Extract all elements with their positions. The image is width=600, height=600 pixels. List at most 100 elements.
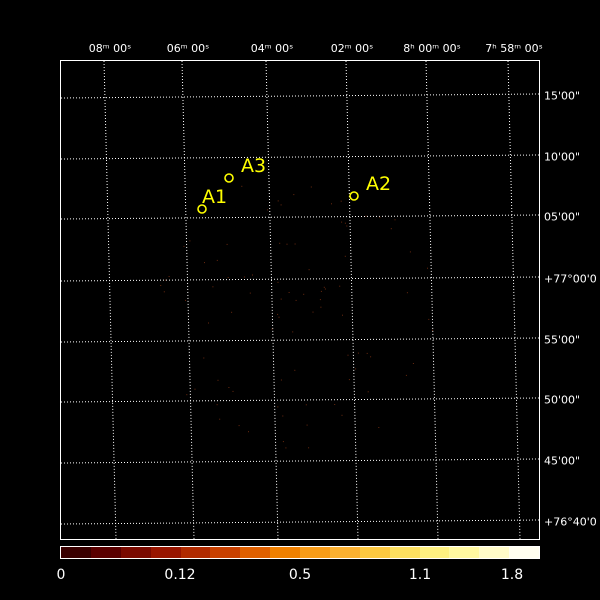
noise-pixel: [412, 363, 414, 364]
noise-pixel: [227, 277, 229, 278]
noise-pixel: [293, 194, 295, 196]
ra-tick-label: 08ᵐ 00ˢ: [88, 42, 132, 55]
noise-pixel: [280, 298, 282, 300]
noise-pixel: [294, 243, 296, 245]
noise-pixel: [366, 352, 368, 354]
noise-pixel: [279, 242, 281, 244]
noise-pixel: [295, 299, 297, 301]
dec-tick-label: 15'00": [544, 89, 581, 103]
noise-pixel: [355, 368, 357, 370]
colorbar-tick-label: 0.5: [288, 567, 312, 583]
noise-pixel: [280, 204, 282, 206]
noise-pixel: [427, 267, 428, 269]
ra-tick-label: 02ᵐ 00ˢ: [330, 42, 374, 55]
noise-pixel: [219, 418, 221, 420]
noise-pixel: [347, 354, 349, 356]
colorbar-tick-label: 0: [56, 567, 66, 583]
source-label: A3: [241, 155, 266, 177]
noise-pixel: [306, 424, 308, 426]
noise-pixel: [252, 274, 253, 276]
colorbar-swatch: [120, 547, 151, 558]
noise-pixel: [226, 243, 228, 245]
colorbar-swatch: [389, 547, 420, 558]
noise-pixel: [194, 388, 196, 390]
noise-pixel: [216, 404, 218, 406]
colorbar-swatch: [61, 547, 91, 558]
colorbar-swatch: [210, 547, 241, 558]
dec-tick-label: 45'00": [544, 454, 581, 468]
noise-pixel: [305, 404, 307, 406]
noise-pixel: [390, 228, 392, 230]
noise-pixel: [277, 313, 279, 315]
noise-pixel: [428, 318, 430, 320]
noise-pixel: [334, 404, 336, 405]
noise-pixel: [165, 279, 166, 281]
colorbar-swatch: [419, 547, 450, 558]
colorbar-swatch: [300, 547, 330, 558]
noise-pixel: [228, 387, 230, 388]
noise-pixel: [216, 259, 218, 261]
noise-pixel: [185, 299, 186, 301]
noise-pixel: [378, 427, 380, 428]
noise-pixel: [288, 292, 290, 293]
noise-pixel: [243, 276, 245, 278]
noise-pixel: [344, 222, 346, 224]
noise-pixel: [340, 200, 342, 202]
colorbar-swatch: [449, 547, 480, 558]
noise-pixel: [320, 306, 322, 308]
dec-tick-label: 55'00": [544, 333, 581, 347]
noise-pixel: [277, 281, 279, 283]
noise-pixel: [344, 255, 346, 257]
noise-pixel: [267, 209, 268, 211]
noise-pixel: [238, 425, 240, 427]
noise-pixel: [249, 292, 251, 294]
noise-pixel: [280, 379, 282, 381]
noise-pixel: [183, 245, 185, 247]
noise-pixel: [394, 219, 396, 221]
noise-pixel: [308, 269, 310, 271]
colorbar-swatch: [329, 547, 360, 558]
noise-pixel: [285, 447, 287, 449]
noise-pixel: [277, 406, 279, 408]
noise-pixel: [341, 414, 343, 416]
noise-pixel: [186, 394, 188, 396]
noise-pixel: [310, 186, 312, 188]
source-label: A2: [366, 173, 391, 195]
noise-pixel: [341, 221, 343, 223]
noise-pixel: [339, 285, 341, 287]
noise-pixel: [203, 357, 205, 359]
noise-pixel: [241, 185, 243, 187]
colorbar-swatch: [479, 547, 510, 558]
noise-pixel: [160, 285, 162, 286]
ra-tick-label: 7ʰ 58ᵐ 00ˢ: [485, 42, 543, 55]
noise-pixel: [248, 431, 249, 433]
noise-pixel: [405, 374, 407, 376]
colorbar-swatch: [509, 547, 539, 558]
noise-pixel: [217, 379, 219, 381]
noise-pixel: [409, 251, 411, 253]
noise-pixel: [365, 215, 367, 217]
noise-pixel: [292, 331, 294, 333]
noise-pixel: [367, 391, 369, 393]
dec-tick-label: +76°40'0: [544, 515, 597, 529]
noise-pixel: [212, 286, 214, 288]
noise-pixel: [189, 240, 191, 242]
noise-pixel: [282, 415, 284, 417]
noise-pixel: [208, 322, 209, 324]
noise-pixel: [312, 311, 314, 313]
noise-pixel: [348, 379, 350, 381]
noise-pixel: [277, 200, 279, 202]
noise-pixel: [303, 293, 305, 295]
colorbar: [60, 546, 540, 559]
noise-pixel: [163, 291, 165, 293]
noise-pixel: [406, 292, 408, 294]
sky-map: A1 A2 A3: [60, 60, 540, 540]
noise-pixel: [346, 225, 348, 227]
noise-pixel: [324, 288, 326, 290]
ra-tick-label: 8ʰ 00ᵐ 00ˢ: [403, 42, 461, 55]
colorbar-tick-label: 0.12: [164, 567, 196, 583]
noise-pixel: [319, 299, 321, 301]
noise-pixel: [294, 369, 296, 371]
noise-pixel: [231, 311, 233, 313]
noise-pixel: [370, 356, 372, 358]
